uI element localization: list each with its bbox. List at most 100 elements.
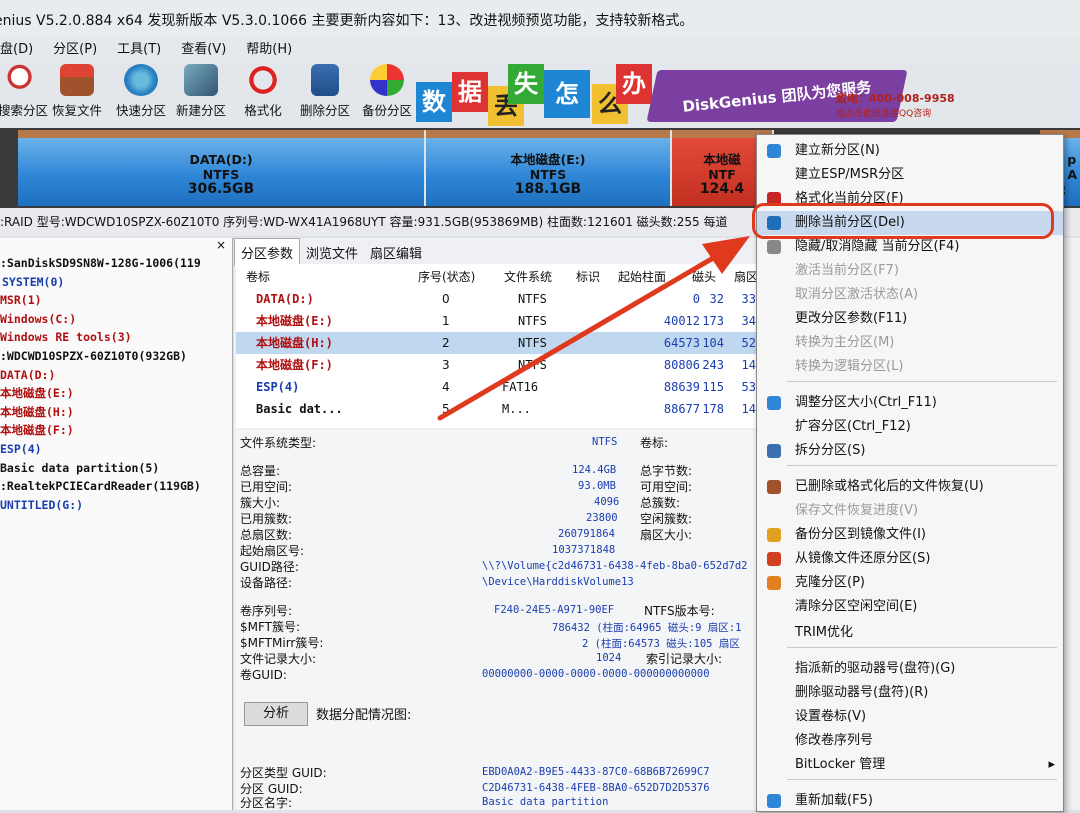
guid-path-value: \\?\Volume{c2d46731-6438-4feb-8ba0-652d7… [482, 560, 748, 572]
hide-icon [767, 240, 781, 254]
menu-separator [787, 465, 1057, 466]
tree-node-partition[interactable]: 本地磁盘(E:) [0, 384, 232, 403]
mftmirr-value: 2 (柱面:64573 磁头:105 扇区 [582, 638, 740, 650]
recover-file-button[interactable]: 恢复文件 [48, 64, 106, 119]
tab-sector-edit[interactable]: 扇区编辑 [364, 239, 428, 266]
segment-fs: NTFS [202, 167, 240, 182]
context-menu-item[interactable]: 更改分区参数(F11) [757, 307, 1063, 331]
menu-partition[interactable]: 分区(P) [53, 38, 107, 62]
context-menu-item-label: 扩容分区(Ctrl_F12) [795, 419, 911, 434]
context-menu-item[interactable]: 保存文件恢复进度(V) [757, 499, 1063, 523]
disk-segment-local-e[interactable]: 本地磁盘(E:) NTFS 188.1GB [426, 130, 672, 206]
trash-icon [311, 64, 339, 96]
partition-name-value: Basic data partition [482, 796, 609, 808]
segment-name: DATA(D:) [189, 152, 253, 167]
promo-banner[interactable]: 数 据 丢 失 怎 么 办 DiskGenius 团队为您服务 致电：400-0… [416, 64, 955, 126]
menu-help[interactable]: 帮助(H) [246, 38, 302, 62]
context-menu-item[interactable]: 建立新分区(N) [757, 139, 1063, 163]
magnifier-icon [6, 64, 40, 96]
context-menu-item-label: 备份分区到镜像文件(I) [795, 527, 926, 542]
context-menu-item[interactable]: 建立ESP/MSR分区 [757, 163, 1063, 187]
backup-partition-button[interactable]: 备份分区 [358, 64, 416, 119]
banner-qq-link[interactable]: 或点击此处连接QQ咨询 [836, 106, 931, 119]
guid-path-label: GUID路径: [240, 560, 299, 574]
restore-icon [767, 552, 781, 566]
menu-view[interactable]: 查看(V) [181, 38, 236, 62]
new-partition-label: 新建分区 [175, 103, 226, 118]
disk-info-text: :RAID 型号:WDCWD10SPZX-60Z10T0 序列号:WD-WX41… [0, 215, 728, 229]
context-menu-item[interactable]: 转换为逻辑分区(L) [757, 355, 1063, 379]
recover-icon [767, 480, 781, 494]
context-menu-item[interactable]: 调整分区大小(Ctrl_F11) [757, 391, 1063, 415]
menu-disk[interactable]: 盘(D) [0, 38, 43, 62]
tree-node-partition[interactable]: 本地磁盘(F:) [0, 421, 232, 440]
context-menu-item[interactable]: BitLocker 管理 ▸ [757, 753, 1063, 777]
context-menu-item-label: 激活当前分区(F7) [795, 263, 899, 278]
banner-hotline: 致电：400-008-9958 [836, 92, 955, 105]
tree-node-partition[interactable]: DATA(D:) [0, 366, 232, 385]
row-label: 本地磁盘(F:) [256, 358, 333, 372]
segment-fs: NTFS [529, 167, 567, 182]
record-size-label: 文件记录大小: [240, 652, 317, 666]
context-menu-item[interactable]: 克隆分区(P) [757, 571, 1063, 595]
context-menu-item-label: TRIM优化 [795, 625, 854, 640]
row-label: DATA(D:) [256, 292, 314, 306]
context-menu-item[interactable]: 指派新的驱动器号(盘符)(G) [757, 657, 1063, 681]
sectors-value: 260791864 [558, 528, 615, 540]
tree-node-partition[interactable]: SYSTEM(0) [0, 273, 232, 292]
tree-node-partition[interactable]: Windows RE tools(3) [0, 328, 232, 347]
tab-partition-params[interactable]: 分区参数 [234, 238, 301, 266]
tree-node-partition[interactable]: MSR(1) [0, 291, 232, 310]
new-partition-icon [767, 144, 781, 158]
context-menu-item-label: 拆分分区(S) [795, 443, 866, 458]
context-menu-item[interactable]: 备份分区到镜像文件(I) [757, 523, 1063, 547]
tree-node-disk[interactable]: :WDCWD10SPZX-60Z10T0(932GB) [0, 347, 232, 366]
context-menu-item[interactable]: TRIM优化 [757, 621, 1063, 645]
context-menu-item[interactable]: 清除分区空闲空间(E) [757, 595, 1063, 619]
context-menu-item-label: 重新加载(F5) [795, 793, 873, 808]
tree-node-partition[interactable]: UNTITLED(G:) [0, 496, 232, 515]
context-menu-item-label: 从镜像文件还原分区(S) [795, 551, 931, 566]
sector-size-label: 扇区大小: [640, 528, 693, 542]
format-button[interactable]: 格式化 [234, 64, 292, 119]
new-partition-button[interactable]: 新建分区 [172, 64, 230, 119]
tree-node-partition[interactable]: Basic data partition(5) [0, 459, 232, 478]
context-menu-item[interactable]: 修改卷序列号 [757, 729, 1063, 753]
tree-node-disk[interactable]: :SanDiskSD9SN8W-128G-1006(119 [0, 254, 232, 273]
context-menu-item[interactable]: 取消分区激活状态(A) [757, 283, 1063, 307]
context-menu-item[interactable]: 设置卷标(V) [757, 705, 1063, 729]
disk-segment-data-d[interactable]: DATA(D:) NTFS 306.5GB [18, 130, 426, 206]
tree-node-disk[interactable]: :RealtekPCIECardReader(119GB) [0, 477, 232, 496]
analyze-button[interactable]: 分析 [244, 702, 308, 726]
tree-node-partition[interactable]: ESP(4) [0, 440, 232, 459]
cluster-value: 4096 [594, 496, 620, 508]
tree-node-partition[interactable]: Windows(C:) [0, 310, 232, 329]
mft-value: 786432 (柱面:64965 磁头:9 扇区:1 [552, 622, 742, 634]
split-icon [767, 444, 781, 458]
context-menu-item[interactable]: 从镜像文件还原分区(S) [757, 547, 1063, 571]
context-menu-item[interactable]: 转换为主分区(M) [757, 331, 1063, 355]
banner-tile: 怎 [544, 70, 590, 118]
search-partition-button[interactable]: 搜索分区 [0, 64, 52, 119]
reload-icon [767, 794, 781, 808]
context-menu-item-label: 取消分区激活状态(A) [795, 287, 919, 302]
context-menu-item[interactable]: 已删除或格式化后的文件恢复(U) [757, 475, 1063, 499]
serial-label: 卷序列号: [240, 604, 293, 618]
context-menu-item[interactable]: 拆分分区(S) [757, 439, 1063, 463]
context-menu-item[interactable]: 重新加载(F5) [757, 789, 1063, 813]
new-partition-icon [184, 64, 218, 96]
clusters-label: 总簇数: [640, 496, 681, 510]
tab-browse-files[interactable]: 浏览文件 [300, 239, 364, 266]
tree-close-icon[interactable]: × [216, 238, 226, 252]
tree-node-partition[interactable]: 本地磁盘(H:) [0, 403, 232, 422]
menu-tools[interactable]: 工具(T) [117, 38, 171, 62]
banner-tile: 办 [616, 64, 652, 104]
tree-header: × [0, 238, 232, 254]
context-menu-item[interactable]: 删除驱动器号(盘符)(R) [757, 681, 1063, 705]
backup-partition-label: 备份分区 [361, 103, 412, 118]
quick-partition-button[interactable]: 快速分区 [112, 64, 170, 119]
context-menu-item[interactable]: 扩容分区(Ctrl_F12) [757, 415, 1063, 439]
recover-box-icon [60, 64, 94, 96]
context-menu-item[interactable]: 激活当前分区(F7) [757, 259, 1063, 283]
delete-partition-button[interactable]: 删除分区 [296, 64, 354, 119]
